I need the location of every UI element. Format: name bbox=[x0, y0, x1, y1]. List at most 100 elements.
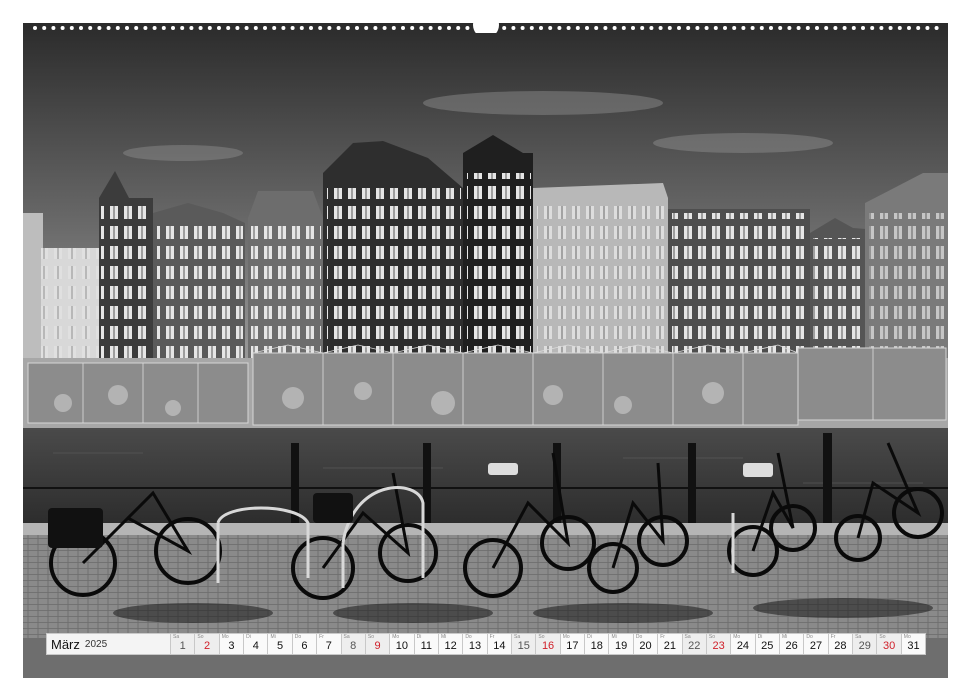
day-number: 14 bbox=[493, 640, 506, 652]
binding-hole bbox=[115, 26, 120, 30]
day-cell: Mi 26 bbox=[778, 634, 804, 654]
binding-hole bbox=[290, 26, 295, 30]
day-number: 31 bbox=[907, 640, 920, 652]
day-cell: Mo 31 bbox=[900, 634, 926, 654]
binding-hole bbox=[603, 26, 608, 30]
calendar-photo bbox=[23, 23, 948, 678]
binding-hole bbox=[125, 26, 129, 30]
binding-hole bbox=[207, 26, 212, 30]
binding-hole bbox=[88, 26, 93, 30]
binding-hole bbox=[677, 26, 681, 30]
binding-hole bbox=[704, 26, 709, 30]
binding-hole bbox=[861, 26, 865, 30]
binding-hole bbox=[667, 26, 672, 30]
month-label: März 2025 bbox=[47, 634, 170, 654]
day-cell: Sa 22 bbox=[681, 634, 706, 654]
day-number: 16 bbox=[541, 640, 555, 652]
day-number: 12 bbox=[444, 640, 457, 652]
day-cell: Fr 7 bbox=[316, 634, 341, 654]
binding-hole bbox=[410, 26, 415, 30]
binding-hole bbox=[557, 26, 562, 30]
day-cell: Sa 15 bbox=[511, 634, 536, 654]
binding-hole bbox=[732, 26, 737, 30]
binding-hole bbox=[805, 26, 810, 30]
day-cell: Mo 10 bbox=[389, 634, 414, 654]
day-cell: Mi 12 bbox=[437, 634, 463, 654]
binding-hole bbox=[263, 26, 267, 30]
day-cell: So 16 bbox=[535, 634, 560, 654]
binding-hole bbox=[336, 26, 341, 30]
day-cell: Sa 8 bbox=[340, 634, 365, 654]
binding-hole bbox=[456, 26, 461, 30]
day-number: 1 bbox=[179, 640, 186, 652]
binding-hole bbox=[741, 26, 746, 30]
day-number: 6 bbox=[301, 640, 308, 652]
day-cell: Do 13 bbox=[462, 634, 487, 654]
binding-hole bbox=[796, 26, 801, 30]
day-cell: Fr 28 bbox=[827, 634, 853, 654]
day-cell: Mi 19 bbox=[608, 634, 633, 654]
day-number: 10 bbox=[395, 640, 409, 652]
amsterdam-canal-photo-icon bbox=[23, 23, 948, 678]
binding-hole bbox=[640, 26, 645, 30]
binding-hole bbox=[69, 26, 74, 30]
day-number: 7 bbox=[325, 640, 332, 652]
day-cell: Di 4 bbox=[243, 634, 268, 654]
day-number: 15 bbox=[517, 640, 530, 652]
binding-hole bbox=[833, 26, 838, 30]
day-number: 21 bbox=[663, 640, 676, 652]
binding-hole bbox=[621, 26, 626, 30]
day-number: 27 bbox=[809, 640, 823, 652]
day-number: 25 bbox=[761, 640, 774, 652]
binding-hole bbox=[281, 26, 286, 30]
hanger-hole bbox=[473, 23, 499, 33]
binding-hole bbox=[529, 26, 534, 30]
day-cell: Di 18 bbox=[584, 634, 609, 654]
day-number: 28 bbox=[834, 640, 847, 652]
day-cell: So 30 bbox=[876, 634, 901, 654]
calendar-strip: März 2025 Sa 1 So 2 Mo 3 Di 4 Mi 5 Do 6 Fr 7 Sa 8 So 9 Mo 1… bbox=[46, 633, 926, 655]
binding-hole bbox=[548, 26, 553, 30]
day-number: 11 bbox=[420, 640, 432, 652]
day-cell: Do 6 bbox=[291, 634, 317, 654]
day-number: 22 bbox=[688, 640, 701, 652]
binding-hole bbox=[695, 26, 700, 30]
binding-hole bbox=[33, 26, 37, 30]
day-cell: Fr 14 bbox=[486, 634, 512, 654]
day-number: 9 bbox=[374, 640, 381, 652]
day-row: Sa 1 So 2 Mo 3 Di 4 Mi 5 Do 6 Fr 7 Sa 8 So 9 Mo 10 Di 11 Mi 12 D… bbox=[170, 634, 926, 654]
binding-hole bbox=[750, 26, 755, 30]
binding-hole bbox=[134, 26, 139, 30]
binding-hole bbox=[686, 26, 691, 30]
binding-hole bbox=[272, 26, 277, 30]
binding-hole bbox=[51, 26, 56, 30]
day-number: 5 bbox=[277, 640, 284, 652]
day-number: 30 bbox=[882, 640, 896, 652]
day-cell: Do 27 bbox=[803, 634, 828, 654]
binding-hole bbox=[778, 26, 783, 30]
binding-hole bbox=[97, 26, 102, 30]
binding-hole bbox=[355, 26, 359, 30]
day-cell: Di 11 bbox=[413, 634, 438, 654]
day-number: 18 bbox=[590, 640, 603, 652]
binding-hole bbox=[327, 26, 332, 30]
day-number: 24 bbox=[736, 640, 750, 652]
binding-hole bbox=[447, 26, 451, 30]
binding-hole bbox=[60, 26, 65, 30]
binding-hole bbox=[916, 26, 921, 30]
binding-hole bbox=[649, 26, 654, 30]
binding-hole bbox=[401, 26, 405, 30]
binding-hole bbox=[152, 26, 157, 30]
binding-hole bbox=[870, 26, 875, 30]
day-cell: So 2 bbox=[194, 634, 219, 654]
day-number: 29 bbox=[858, 640, 871, 652]
binding-hole bbox=[787, 26, 792, 30]
binding-hole bbox=[851, 26, 856, 30]
binding-hole bbox=[824, 26, 829, 30]
binding-hole bbox=[879, 26, 884, 30]
binding-hole bbox=[106, 26, 111, 30]
binding-hole bbox=[897, 26, 902, 30]
day-cell: Fr 21 bbox=[657, 634, 682, 654]
binding-hole bbox=[198, 26, 203, 30]
day-cell: Di 25 bbox=[754, 634, 779, 654]
